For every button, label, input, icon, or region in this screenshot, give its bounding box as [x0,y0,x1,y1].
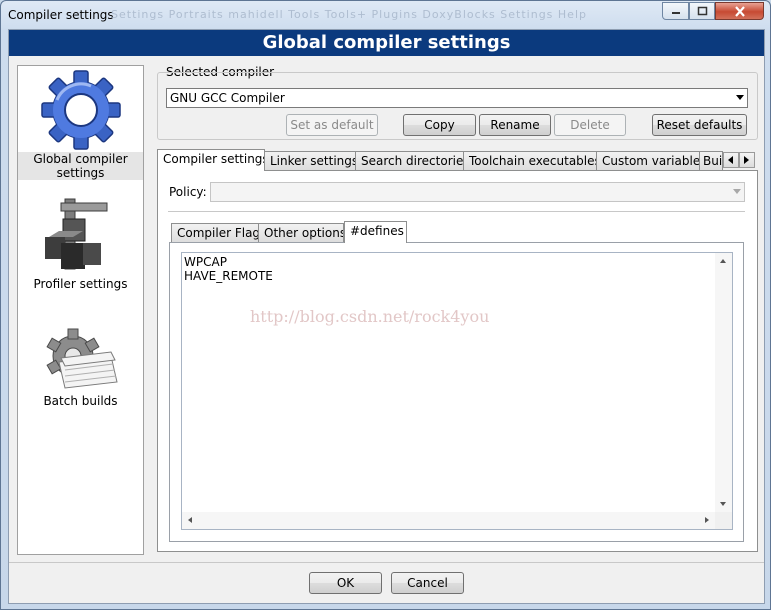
policy-label: Policy: [169,185,207,199]
horizontal-scrollbar[interactable] [182,512,715,529]
maximize-button[interactable] [689,2,715,20]
scroll-up-icon [720,259,726,263]
tab-compiler-flags[interactable]: Compiler Flags [171,223,259,243]
cancel-button[interactable]: Cancel [391,572,464,594]
tab-linker-settings[interactable]: Linker settings [264,151,356,171]
scrollbar-corner [715,512,732,529]
defines-text: WPCAP HAVE_REMOTE [184,255,273,283]
sidebar-item-profiler-settings[interactable]: Profiler settings [18,193,143,291]
page-title: Global compiler settings [9,30,764,56]
background-menu-ghost: Settings Portraits mahidell Tools Tools+… [111,8,587,21]
batch-gear-icon [45,328,118,389]
sidebar-item-label: Global compiler settings [18,152,143,180]
tab-search-directories[interactable]: Search directories [355,151,464,171]
maximize-icon [697,6,708,16]
tab-compiler-settings[interactable]: Compiler settings [157,149,265,171]
tab-build-options[interactable]: Bui [699,151,723,171]
tab-custom-variables[interactable]: Custom variables [596,151,700,171]
title-bar[interactable]: Compiler settings Settings Portraits mah… [1,1,770,29]
reset-defaults-button[interactable]: Reset defaults [652,114,747,136]
copy-button[interactable]: Copy [403,114,476,136]
tab-scroll-right-button[interactable] [739,152,755,168]
caliper-icon [44,198,107,270]
tab-other-options[interactable]: Other options [258,223,344,243]
footer-divider [9,562,764,563]
sidebar-item-global-compiler-settings[interactable]: Global compiler settings [18,68,143,180]
vertical-scrollbar[interactable] [715,253,732,512]
gear-icon [40,70,121,150]
close-icon [734,5,745,17]
sidebar-item-label: Batch builds [43,394,118,408]
chevron-down-icon [733,189,741,194]
defines-textarea[interactable]: WPCAP HAVE_REMOTE [181,252,733,530]
chevron-down-icon [736,95,744,100]
settings-sidebar: Global compiler settings Profiler settin… [17,65,144,555]
compiler-select[interactable]: GNU GCC Compiler [166,88,748,108]
window-title: Compiler settings [8,8,114,22]
delete-button[interactable]: Delete [554,114,626,136]
divider [168,211,745,212]
chevron-left-icon [728,156,733,164]
tab-defines[interactable]: #defines [344,221,407,243]
close-button[interactable] [715,2,764,20]
compiler-settings-window: Compiler settings Settings Portraits mah… [0,0,771,610]
minimize-button[interactable] [662,2,689,20]
sidebar-item-label: Profiler settings [33,277,128,291]
tab-toolchain-executables[interactable]: Toolchain executables [463,151,597,171]
chevron-right-icon [744,156,749,164]
tab-scroll-arrows [723,152,755,168]
compiler-select-value: GNU GCC Compiler [170,91,285,105]
minimize-icon [671,12,680,14]
set-as-default-button[interactable]: Set as default [286,114,378,136]
ok-button[interactable]: OK [309,572,382,594]
sidebar-item-batch-builds[interactable]: Batch builds [18,324,143,408]
defines-panel: WPCAP HAVE_REMOTE [169,242,744,542]
policy-select[interactable] [210,182,745,202]
scroll-right-icon [705,517,709,523]
scroll-left-icon [188,517,192,523]
watermark: http://blog.csdn.net/rock4you [250,307,490,326]
tab-scroll-left-button[interactable] [723,152,739,168]
rename-button[interactable]: Rename [479,114,551,136]
scroll-down-icon [720,502,726,506]
compiler-settings-panel: Policy: Compiler Flags Other options #de… [157,170,758,552]
